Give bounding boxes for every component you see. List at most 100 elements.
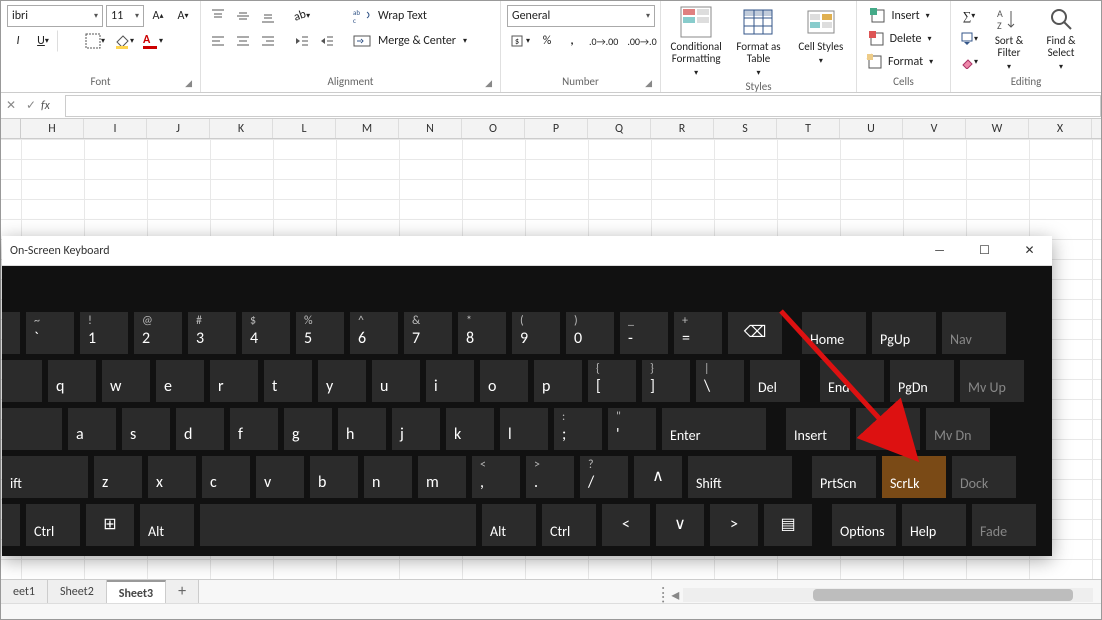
accounting-format-button[interactable]: $▾ (507, 30, 533, 52)
key-2[interactable]: @2 (134, 312, 182, 354)
dialog-launcher-icon[interactable]: ◢ (645, 76, 652, 92)
key-win[interactable]: ⊞ (86, 504, 134, 546)
decrease-font-button[interactable]: A▾ (172, 5, 194, 27)
key-esc-edge[interactable] (2, 312, 20, 354)
key-q[interactable]: q (48, 360, 96, 402)
key-PgDn[interactable]: PgDn (890, 360, 954, 402)
key-Insert[interactable]: Insert (786, 408, 850, 450)
key-alt-right[interactable]: Alt (482, 504, 536, 546)
key-e[interactable]: e (156, 360, 204, 402)
key-r[interactable]: r (210, 360, 258, 402)
increase-decimal-button[interactable]: .0→.00 (586, 30, 621, 52)
key-w[interactable]: w (102, 360, 150, 402)
key-alt-left[interactable]: Alt (140, 504, 194, 546)
key-0[interactable]: )0 (566, 312, 614, 354)
key-Fade[interactable]: Fade (972, 504, 1036, 546)
key-`[interactable]: ~` (26, 312, 74, 354)
key-ctrl-left[interactable]: Ctrl (26, 504, 80, 546)
key-=[interactable]: += (674, 312, 722, 354)
align-top-button[interactable] (207, 5, 229, 27)
key-/[interactable]: ?/ (580, 456, 628, 498)
sort-filter-button[interactable]: AZ Sort & Filter▾ (985, 5, 1033, 73)
conditional-formatting-button[interactable]: Conditional Formatting▾ (667, 5, 725, 79)
align-left-button[interactable] (207, 30, 229, 52)
decrease-indent-button[interactable] (291, 30, 313, 52)
accept-icon[interactable]: ✓ (21, 98, 41, 113)
key-f[interactable]: f (230, 408, 278, 450)
key-p[interactable]: p (534, 360, 582, 402)
key-,[interactable]: <, (472, 456, 520, 498)
key-Mv Dn[interactable]: Mv Dn (926, 408, 990, 450)
align-center-button[interactable] (232, 30, 254, 52)
key-Help[interactable]: Help (902, 504, 966, 546)
tab-sheet3[interactable]: Sheet3 (107, 580, 166, 604)
key-PrtScn[interactable]: PrtScn (812, 456, 876, 498)
fill-button[interactable]: ▾ (957, 28, 981, 50)
key-5[interactable]: %5 (296, 312, 344, 354)
key-menu[interactable]: ▤ (764, 504, 812, 546)
dialog-launcher-icon[interactable]: ◢ (185, 76, 192, 92)
key-Dock[interactable]: Dock (952, 456, 1016, 498)
key-y[interactable]: y (318, 360, 366, 402)
font-color-button[interactable]: A ▾ (140, 30, 166, 52)
key-ctrl-right[interactable]: Ctrl (542, 504, 596, 546)
key-c[interactable]: c (202, 456, 250, 498)
key-.[interactable]: >. (526, 456, 574, 498)
key-9[interactable]: (9 (512, 312, 560, 354)
key--[interactable]: _- (620, 312, 668, 354)
key-z[interactable]: z (94, 456, 142, 498)
format-button[interactable]: Format▾ (863, 51, 936, 73)
font-name-select[interactable]: ibri▾ (7, 5, 103, 27)
number-format-select[interactable]: General▾ (507, 5, 655, 27)
dialog-launcher-icon[interactable]: ◢ (485, 76, 492, 92)
key-8[interactable]: *8 (458, 312, 506, 354)
orientation-button[interactable]: ab▾ (291, 5, 313, 27)
fx-label[interactable]: fx (41, 99, 65, 113)
key-'[interactable]: "' (608, 408, 656, 450)
horizontal-scrollbar[interactable]: ⁞ ◂ (661, 587, 1093, 603)
key-j[interactable]: j (392, 408, 440, 450)
key-backspace[interactable]: ⌫ (728, 312, 782, 354)
key-6[interactable]: ^6 (350, 312, 398, 354)
align-right-button[interactable] (257, 30, 279, 52)
wrap-text-button[interactable]: abc Wrap Text (350, 5, 480, 27)
italic-button[interactable]: I (7, 30, 29, 52)
underline-button[interactable]: U ▾ (32, 30, 54, 52)
percent-button[interactable]: % (536, 30, 558, 52)
key-h[interactable]: h (338, 408, 386, 450)
key-Home[interactable]: Home (802, 312, 866, 354)
maximize-button[interactable]: ☐ (962, 236, 1007, 266)
decrease-decimal-button[interactable]: .00→.0 (624, 30, 659, 52)
fill-color-button[interactable]: ▾ (111, 30, 137, 52)
tab-sheet1[interactable]: eet1 (1, 580, 48, 604)
key-Nav[interactable]: Nav (942, 312, 1006, 354)
minimize-button[interactable]: — (917, 236, 962, 266)
format-as-table-button[interactable]: Format as Table▾ (729, 5, 787, 79)
key-3[interactable]: #3 (188, 312, 236, 354)
key-;[interactable]: :; (554, 408, 602, 450)
key-Options[interactable]: Options (832, 504, 896, 546)
key-a[interactable]: a (68, 408, 116, 450)
formula-input[interactable] (65, 95, 1101, 117)
key-shift-left[interactable]: ift (2, 456, 88, 498)
key-caps-edge[interactable] (2, 408, 62, 450)
key-u[interactable]: u (372, 360, 420, 402)
merge-center-button[interactable]: Merge & Center▾ (350, 30, 480, 52)
key-right[interactable]: > (710, 504, 758, 546)
delete-button[interactable]: Delete▾ (863, 28, 936, 50)
insert-button[interactable]: Insert▾ (863, 5, 936, 27)
key-Mv Up[interactable]: Mv Up (960, 360, 1024, 402)
key-\[interactable]: |\ (696, 360, 744, 402)
key-End[interactable]: End (820, 360, 884, 402)
key-m[interactable]: m (418, 456, 466, 498)
key-t[interactable]: t (264, 360, 312, 402)
key-ScrLk[interactable]: ScrLk (882, 456, 946, 498)
clear-button[interactable]: ▾ (957, 51, 981, 73)
new-sheet-button[interactable]: + (166, 580, 199, 604)
key-x[interactable]: x (148, 456, 196, 498)
key-g[interactable]: g (284, 408, 332, 450)
key-d[interactable]: d (176, 408, 224, 450)
key-4[interactable]: $4 (242, 312, 290, 354)
align-bottom-button[interactable] (257, 5, 279, 27)
key-1[interactable]: !1 (80, 312, 128, 354)
